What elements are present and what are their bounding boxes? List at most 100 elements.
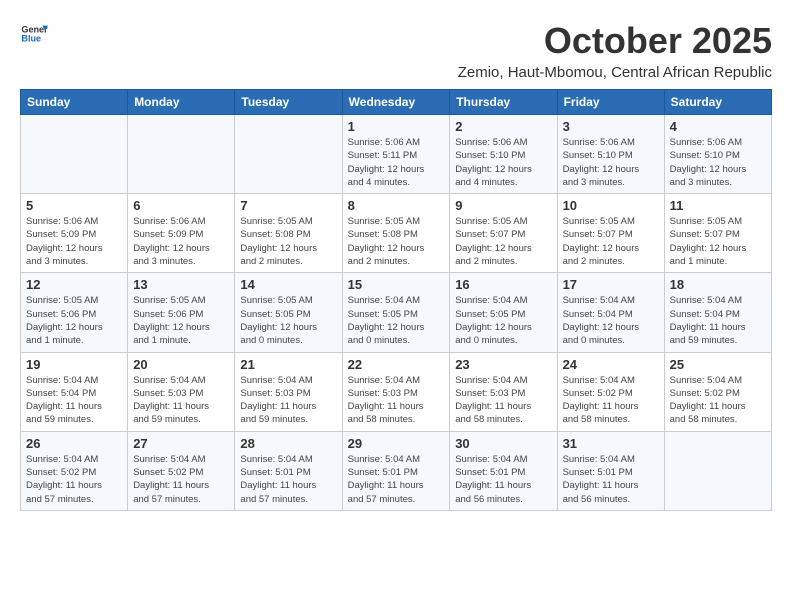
day-info: Sunrise: 5:05 AM Sunset: 5:08 PM Dayligh… — [348, 215, 445, 268]
day-number: 3 — [563, 119, 659, 134]
day-number: 6 — [133, 198, 229, 213]
day-number: 24 — [563, 357, 659, 372]
day-number: 1 — [348, 119, 445, 134]
day-number: 30 — [455, 436, 551, 451]
calendar-cell: 28 Sunrise: 5:04 AM Sunset: 5:01 PM Dayli… — [235, 431, 342, 510]
calendar-table: SundayMondayTuesdayWednesdayThursdayFrid… — [20, 89, 772, 511]
weekday-header-saturday: Saturday — [664, 90, 771, 115]
calendar-cell: 4 Sunrise: 5:06 AM Sunset: 5:10 PM Daylig… — [664, 115, 771, 194]
calendar-cell: 6 Sunrise: 5:06 AM Sunset: 5:09 PM Daylig… — [128, 194, 235, 273]
day-number: 28 — [240, 436, 336, 451]
day-number: 11 — [670, 198, 766, 213]
calendar-cell: 25 Sunrise: 5:04 AM Sunset: 5:02 PM Dayli… — [664, 352, 771, 431]
day-info: Sunrise: 5:04 AM Sunset: 5:02 PM Dayligh… — [670, 374, 766, 427]
day-number: 12 — [26, 277, 122, 292]
weekday-header-thursday: Thursday — [450, 90, 557, 115]
day-info: Sunrise: 5:05 AM Sunset: 5:07 PM Dayligh… — [455, 215, 551, 268]
calendar-cell — [21, 115, 128, 194]
calendar-cell: 5 Sunrise: 5:06 AM Sunset: 5:09 PM Daylig… — [21, 194, 128, 273]
logo-icon: General Blue — [20, 20, 48, 48]
calendar-cell: 11Sunrise: 5:05 AM Sunset: 5:07 PM Dayli… — [664, 194, 771, 273]
calendar-cell: 7 Sunrise: 5:05 AM Sunset: 5:08 PM Daylig… — [235, 194, 342, 273]
calendar-cell: 23 Sunrise: 5:04 AM Sunset: 5:03 PM Dayli… — [450, 352, 557, 431]
day-info: Sunrise: 5:06 AM Sunset: 5:10 PM Dayligh… — [563, 136, 659, 189]
calendar-cell: 18Sunrise: 5:04 AM Sunset: 5:04 PM Dayli… — [664, 273, 771, 352]
calendar-cell: 27Sunrise: 5:04 AM Sunset: 5:02 PM Dayli… — [128, 431, 235, 510]
day-number: 26 — [26, 436, 122, 451]
day-info: Sunrise: 5:05 AM Sunset: 5:07 PM Dayligh… — [563, 215, 659, 268]
day-info: Sunrise: 5:06 AM Sunset: 5:09 PM Dayligh… — [133, 215, 229, 268]
day-info: Sunrise: 5:04 AM Sunset: 5:01 PM Dayligh… — [563, 453, 659, 506]
calendar-cell: 1 Sunrise: 5:06 AM Sunset: 5:11 PM Daylig… — [342, 115, 450, 194]
week-row-2: 12 Sunrise: 5:05 AM Sunset: 5:06 PM Dayli… — [21, 273, 772, 352]
calendar-cell: 10 Sunrise: 5:05 AM Sunset: 5:07 PM Dayli… — [557, 194, 664, 273]
calendar-cell: 2Sunrise: 5:06 AM Sunset: 5:10 PM Daylig… — [450, 115, 557, 194]
day-info: Sunrise: 5:05 AM Sunset: 5:05 PM Dayligh… — [240, 294, 336, 347]
day-info: Sunrise: 5:04 AM Sunset: 5:04 PM Dayligh… — [563, 294, 659, 347]
calendar-cell: 22Sunrise: 5:04 AM Sunset: 5:03 PM Dayli… — [342, 352, 450, 431]
day-info: Sunrise: 5:04 AM Sunset: 5:05 PM Dayligh… — [348, 294, 445, 347]
day-info: Sunrise: 5:04 AM Sunset: 5:04 PM Dayligh… — [26, 374, 122, 427]
day-info: Sunrise: 5:04 AM Sunset: 5:01 PM Dayligh… — [240, 453, 336, 506]
month-title: October 2025 — [458, 20, 772, 62]
week-row-4: 26Sunrise: 5:04 AM Sunset: 5:02 PM Dayli… — [21, 431, 772, 510]
day-number: 23 — [455, 357, 551, 372]
week-row-3: 19Sunrise: 5:04 AM Sunset: 5:04 PM Dayli… — [21, 352, 772, 431]
calendar-cell: 9Sunrise: 5:05 AM Sunset: 5:07 PM Daylig… — [450, 194, 557, 273]
calendar-cell: 30Sunrise: 5:04 AM Sunset: 5:01 PM Dayli… — [450, 431, 557, 510]
weekday-header-sunday: Sunday — [21, 90, 128, 115]
day-info: Sunrise: 5:04 AM Sunset: 5:02 PM Dayligh… — [563, 374, 659, 427]
calendar-cell: 17 Sunrise: 5:04 AM Sunset: 5:04 PM Dayli… — [557, 273, 664, 352]
week-row-0: 1 Sunrise: 5:06 AM Sunset: 5:11 PM Daylig… — [21, 115, 772, 194]
calendar-cell — [664, 431, 771, 510]
day-number: 31 — [563, 436, 659, 451]
day-info: Sunrise: 5:06 AM Sunset: 5:09 PM Dayligh… — [26, 215, 122, 268]
day-number: 27 — [133, 436, 229, 451]
day-number: 10 — [563, 198, 659, 213]
calendar-cell: 8Sunrise: 5:05 AM Sunset: 5:08 PM Daylig… — [342, 194, 450, 273]
calendar-cell: 12 Sunrise: 5:05 AM Sunset: 5:06 PM Dayli… — [21, 273, 128, 352]
day-info: Sunrise: 5:05 AM Sunset: 5:06 PM Dayligh… — [26, 294, 122, 347]
calendar-cell: 16 Sunrise: 5:04 AM Sunset: 5:05 PM Dayli… — [450, 273, 557, 352]
day-number: 13 — [133, 277, 229, 292]
day-number: 2 — [455, 119, 551, 134]
day-info: Sunrise: 5:05 AM Sunset: 5:08 PM Dayligh… — [240, 215, 336, 268]
calendar-cell: 15 Sunrise: 5:04 AM Sunset: 5:05 PM Dayli… — [342, 273, 450, 352]
header: General Blue October 2025 Zemio, Haut-Mb… — [20, 20, 772, 81]
day-number: 15 — [348, 277, 445, 292]
weekday-header-monday: Monday — [128, 90, 235, 115]
calendar-cell: 20 Sunrise: 5:04 AM Sunset: 5:03 PM Dayli… — [128, 352, 235, 431]
day-number: 4 — [670, 119, 766, 134]
day-number: 17 — [563, 277, 659, 292]
day-info: Sunrise: 5:06 AM Sunset: 5:10 PM Dayligh… — [670, 136, 766, 189]
calendar-cell: 19Sunrise: 5:04 AM Sunset: 5:04 PM Dayli… — [21, 352, 128, 431]
day-number: 7 — [240, 198, 336, 213]
logo: General Blue — [20, 20, 48, 48]
calendar-cell — [235, 115, 342, 194]
calendar-cell: 21Sunrise: 5:04 AM Sunset: 5:03 PM Dayli… — [235, 352, 342, 431]
weekday-header-friday: Friday — [557, 90, 664, 115]
calendar-cell: 13 Sunrise: 5:05 AM Sunset: 5:06 PM Dayli… — [128, 273, 235, 352]
svg-text:Blue: Blue — [21, 34, 41, 44]
day-number: 5 — [26, 198, 122, 213]
day-number: 29 — [348, 436, 445, 451]
day-number: 25 — [670, 357, 766, 372]
day-number: 14 — [240, 277, 336, 292]
day-number: 20 — [133, 357, 229, 372]
day-info: Sunrise: 5:04 AM Sunset: 5:03 PM Dayligh… — [240, 374, 336, 427]
day-number: 18 — [670, 277, 766, 292]
week-row-1: 5 Sunrise: 5:06 AM Sunset: 5:09 PM Daylig… — [21, 194, 772, 273]
day-number: 16 — [455, 277, 551, 292]
day-info: Sunrise: 5:04 AM Sunset: 5:03 PM Dayligh… — [133, 374, 229, 427]
day-info: Sunrise: 5:04 AM Sunset: 5:03 PM Dayligh… — [455, 374, 551, 427]
location-title: Zemio, Haut-Mbomou, Central African Repu… — [458, 64, 772, 81]
weekday-header-tuesday: Tuesday — [235, 90, 342, 115]
day-info: Sunrise: 5:04 AM Sunset: 5:05 PM Dayligh… — [455, 294, 551, 347]
weekday-header-wednesday: Wednesday — [342, 90, 450, 115]
calendar-cell: 29Sunrise: 5:04 AM Sunset: 5:01 PM Dayli… — [342, 431, 450, 510]
day-info: Sunrise: 5:06 AM Sunset: 5:11 PM Dayligh… — [348, 136, 445, 189]
calendar-cell: 24 Sunrise: 5:04 AM Sunset: 5:02 PM Dayli… — [557, 352, 664, 431]
day-info: Sunrise: 5:05 AM Sunset: 5:06 PM Dayligh… — [133, 294, 229, 347]
calendar-cell: 14 Sunrise: 5:05 AM Sunset: 5:05 PM Dayli… — [235, 273, 342, 352]
weekday-header-row: SundayMondayTuesdayWednesdayThursdayFrid… — [21, 90, 772, 115]
